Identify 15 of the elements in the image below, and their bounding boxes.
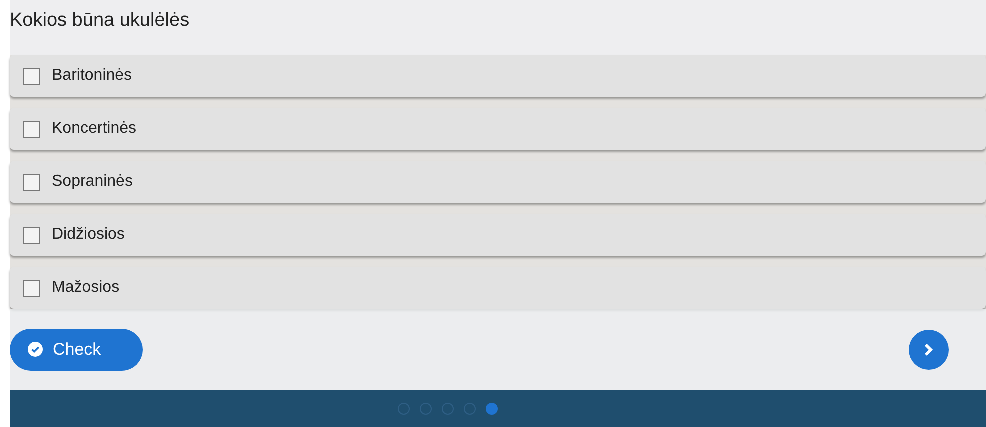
answer-option[interactable]: Baritoninės	[10, 55, 986, 97]
chevron-right-icon	[924, 342, 934, 356]
check-icon	[28, 342, 43, 357]
question-title: Kokios būna ukulėlės	[10, 9, 190, 34]
answer-option[interactable]: Didžiosios	[10, 214, 986, 256]
check-button[interactable]: Check	[10, 328, 143, 370]
checkbox[interactable]	[23, 280, 40, 296]
answer-option[interactable]: Koncertinės	[10, 108, 986, 150]
answer-option[interactable]: Mažosios	[10, 267, 986, 309]
answer-option[interactable]: Sopraninės	[10, 161, 986, 203]
checkbox[interactable]	[23, 174, 40, 190]
checkbox[interactable]	[23, 120, 40, 138]
checkbox[interactable]	[23, 68, 40, 84]
next-button[interactable]	[909, 330, 949, 370]
checkbox[interactable]	[23, 226, 40, 244]
